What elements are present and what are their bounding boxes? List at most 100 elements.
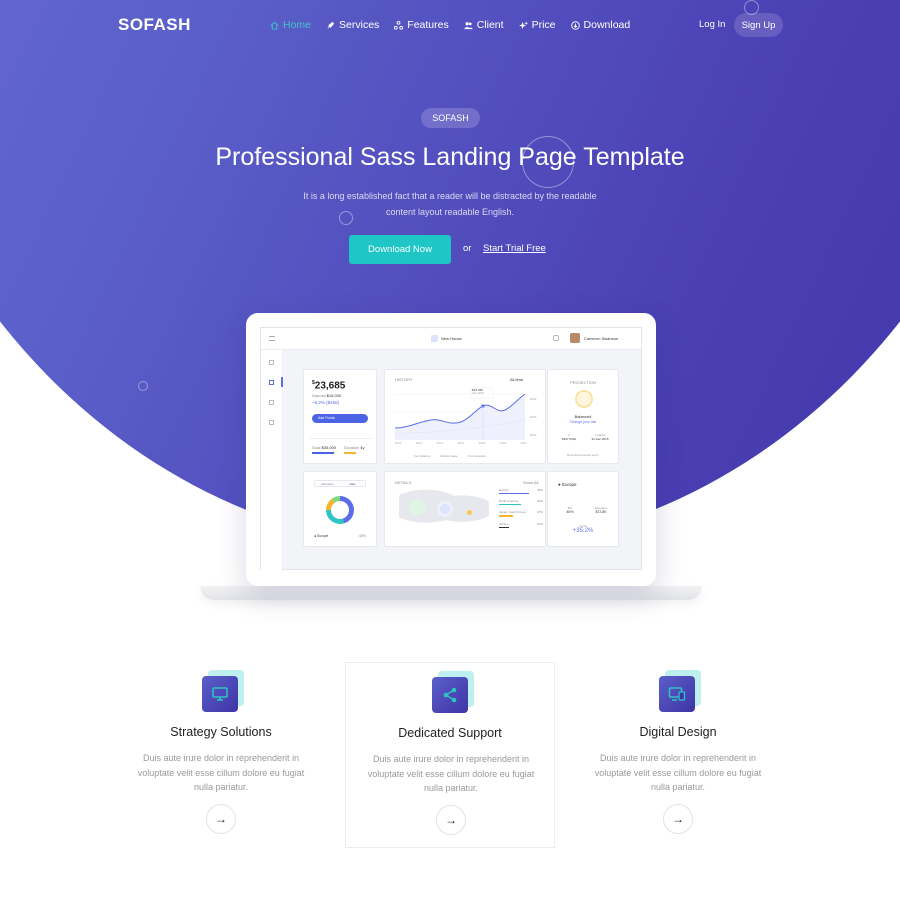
details-label: DETAILS [395,480,412,485]
region-row: Japan, South Korea 15% [499,510,543,515]
projection-right-value: 31 Dec 2015 [591,437,609,441]
region-bar [499,515,513,517]
top-navigation: SOFASH Home Services Features Client Pri… [0,0,900,50]
history-range-select[interactable]: All time [510,377,523,382]
profit-stat: Profit +35.2% [572,524,594,534]
show-all-link[interactable]: Show All [523,480,538,485]
wallet-icon [269,380,274,385]
y-tick: $10k [530,433,537,437]
arrow-right-icon: → [672,812,684,826]
x-tick: 2014 [457,441,465,445]
nav-item-features[interactable]: Features [394,19,449,31]
allocation-card: Allocation Geo ● Europe 45% [303,471,377,547]
nav-label: Price [531,19,556,31]
history-card: HISTORY All time $16,346 June 2016 $20k [384,369,546,464]
projection-right-stat: Created 31 Dec 2015 [585,433,615,441]
feature-icon-wrap [202,670,244,714]
signup-button[interactable]: Sign Up [734,13,783,37]
region-label: Europe [317,534,329,538]
deposit-label: Deposit [312,393,326,398]
legend-item: Your deposits [467,454,486,458]
y-tick: $20k [530,397,537,401]
feature-title: Strategy Solutions [170,725,272,739]
or-separator: or [463,243,472,254]
balance-amount: $23,685 [312,380,345,391]
rocket-icon [327,21,335,28]
avatar [570,333,580,343]
goal-bar [312,452,334,454]
landing-page: SOFASH Home Services Features Client Pri… [0,0,900,900]
monitor-icon [212,687,228,701]
house-icon [431,335,438,342]
feature-icon-wrap [432,671,474,715]
goal-stat: Goal $35,000 [312,445,336,450]
users-icon [464,21,473,29]
nav-item-services[interactable]: Services [326,19,379,31]
history-label: HISTORY [395,377,413,382]
details-card: DETAILS Show All Europe 45% North America… [384,471,546,547]
feature-arrow-button[interactable]: → [663,804,693,834]
dashboard-sidebar [261,350,283,571]
decor-ring-left [138,381,148,391]
y-tick: $15k [530,415,537,419]
nav-item-client[interactable]: Client [464,19,504,31]
sparkle-icon [518,20,528,29]
nav-item-home[interactable]: Home [270,19,311,31]
feature-design: Digital Design Duis aute irure dolor in … [573,662,783,848]
laptop-base [200,586,702,600]
start-trial-link[interactable]: Start Trial Free [483,243,546,254]
share-stat: Bts 45% [566,506,574,514]
region-detail-title: ● Europe [558,482,577,487]
brand-logo[interactable]: SOFASH [118,15,191,35]
hero-title: Professional Sass Landing Page Template [215,143,685,171]
nav-label: Services [339,19,380,31]
tab-allocation[interactable]: Allocation [315,481,340,486]
feature-description: Duis aute irure dolor in reprehenderit i… [367,754,535,793]
nav-item-price[interactable]: Price [518,19,556,31]
allocation-tabs: Allocation Geo [314,480,366,487]
allocation-region: ● Europe [314,534,329,538]
projection-label: PROJECTION [570,380,596,385]
download-report-link[interactable]: Download overall report [548,453,618,457]
login-link[interactable]: Log In [699,19,725,30]
add-funds-label: Add Funds [318,416,335,420]
hero-badge: SOFASH [421,108,480,128]
user-name: Cameron Swanson [584,336,619,341]
balance-change: +5.2% ($456) [312,400,340,405]
home-icon [270,21,279,30]
projection-link[interactable]: Change your risk [548,420,618,424]
feature-title: Digital Design [639,725,717,739]
x-tick: 2011 [395,441,402,445]
feature-title: Dedicated Support [398,726,502,740]
region-row: Europe 45% [499,488,543,492]
add-funds-button[interactable]: Add Funds [312,414,368,423]
region-row: Others 10% [499,521,543,526]
deposit-line: Deposit $16,000 [312,393,341,398]
feature-description: Duis aute irure dolor in reprehenderit i… [137,753,305,792]
goal-label: Goal [312,445,321,450]
history-line-chart [393,387,526,440]
main-menu: Home Services Features Client Price Down… [270,19,630,31]
nav-item-download[interactable]: Download [570,19,630,31]
divider [310,438,372,439]
map-marker [409,499,425,515]
history-x-axis: 2011 2012 2013 2014 2015 2016 2017 [395,441,527,445]
download-now-button[interactable]: Download Now [349,235,451,264]
arrow-right-icon: → [215,812,227,826]
x-tick: 2013 [436,441,444,445]
hero-subtitle: It is a long established fact that a rea… [303,191,597,217]
arrow-right-icon: → [445,813,457,827]
duration-stat: Duration 4y [344,445,364,450]
laptop-mockup: New House Cameron Swanson $23,685 Deposi… [246,313,656,586]
dashboard-topbar: New House Cameron Swanson [261,328,641,350]
feature-arrow-button[interactable]: → [206,804,236,834]
projection-left-value: $347,5410 [561,437,577,441]
map-marker [467,510,472,515]
goal-value: $35,000 [321,445,337,450]
nav-label: Client [476,19,504,31]
tab-geo[interactable]: Geo [340,481,365,486]
duration-label: Duration [344,445,360,450]
nav-label: Home [283,19,312,31]
devices-icon [668,687,686,701]
feature-arrow-button[interactable]: → [436,805,466,835]
